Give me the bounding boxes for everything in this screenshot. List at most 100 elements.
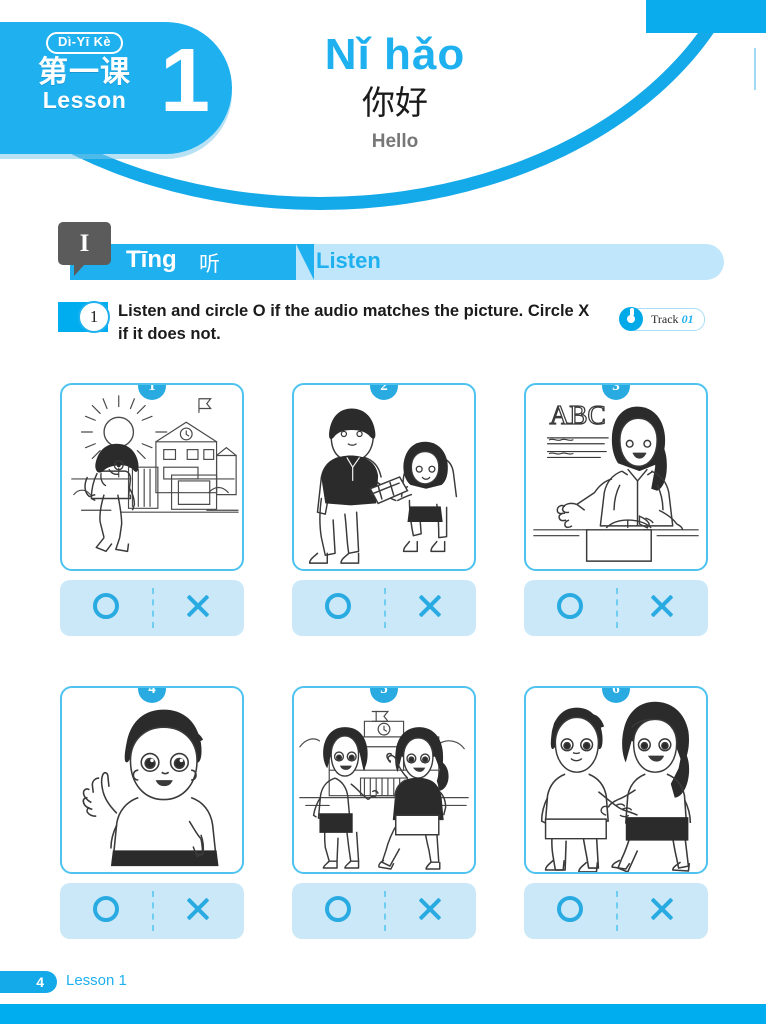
title-hanzi: 你好 bbox=[362, 83, 428, 123]
item-number-badge-1: 1 bbox=[138, 383, 166, 400]
exercise-number: 1 bbox=[89, 307, 99, 326]
cross-x-icon bbox=[184, 895, 212, 923]
answer-option-o-6[interactable] bbox=[524, 895, 616, 927]
item-number-5: 5 bbox=[380, 686, 388, 697]
picture-card-3[interactable]: 3 ABC bbox=[524, 383, 708, 571]
cross-x-icon bbox=[648, 592, 676, 620]
answer-option-o-1[interactable] bbox=[60, 592, 152, 624]
page-title: Nǐ hǎo 你好 Hello bbox=[255, 30, 535, 153]
footer-lesson-label: Lesson 1 bbox=[66, 972, 127, 989]
header-topright-block bbox=[646, 0, 766, 33]
audio-track-badge[interactable]: Track 01 bbox=[619, 307, 705, 331]
circle-o-icon bbox=[325, 895, 351, 922]
track-label: Track bbox=[651, 312, 679, 326]
answer-divider-2 bbox=[384, 588, 386, 628]
cross-x-icon bbox=[184, 592, 212, 620]
exercise-grid: 1 2 3 ABC 4 5 6 bbox=[60, 383, 708, 939]
answer-option-o-5[interactable] bbox=[292, 895, 384, 927]
illustration-children-shaking-hands bbox=[540, 701, 692, 872]
lesson-badge: Dì-Yī Kè 第一课 Lesson 1 bbox=[0, 22, 232, 154]
answer-band-2 bbox=[292, 580, 476, 636]
answer-band-1 bbox=[60, 580, 244, 636]
answer-band-5 bbox=[292, 883, 476, 939]
picture-card-4[interactable]: 4 bbox=[60, 686, 244, 874]
illustration-teacher-at-blackboard: ABC bbox=[533, 400, 699, 562]
track-number: 01 bbox=[681, 312, 694, 326]
bottom-bar bbox=[0, 1004, 766, 1024]
title-english: Hello bbox=[371, 131, 419, 153]
circle-o-icon bbox=[557, 592, 583, 619]
exercise-item-2: 2 bbox=[292, 383, 476, 636]
title-pinyin: Nǐ hǎo bbox=[324, 30, 466, 79]
illustration-boy-walking-to-school bbox=[71, 395, 239, 553]
picture-card-2[interactable]: 2 bbox=[292, 383, 476, 571]
exercise-item-6: 6 bbox=[524, 686, 708, 939]
answer-divider-1 bbox=[152, 588, 154, 628]
item-number-badge-6: 6 bbox=[602, 686, 630, 703]
answer-band-3 bbox=[524, 580, 708, 636]
item-number-4: 4 bbox=[148, 686, 156, 697]
answer-band-4 bbox=[60, 883, 244, 939]
cross-x-icon bbox=[648, 895, 676, 923]
section-hanzi: 听 bbox=[199, 252, 220, 276]
exercise-instruction-row: 1 Listen and circle O if the audio match… bbox=[58, 300, 758, 352]
answer-option-x-5[interactable] bbox=[384, 895, 476, 928]
lesson-number: 1 bbox=[160, 31, 211, 131]
exercise-item-4: 4 bbox=[60, 686, 244, 939]
answer-option-x-6[interactable] bbox=[616, 895, 708, 928]
answer-option-x-3[interactable] bbox=[616, 592, 708, 625]
item-number-3: 3 bbox=[612, 383, 620, 394]
picture-card-6[interactable]: 6 bbox=[524, 686, 708, 874]
item-number-badge-3: 3 bbox=[602, 383, 630, 400]
header-edge-line bbox=[754, 48, 756, 90]
answer-option-x-1[interactable] bbox=[152, 592, 244, 625]
answer-divider-4 bbox=[152, 891, 154, 931]
item-number-badge-2: 2 bbox=[370, 383, 398, 400]
grid-row-2: 4 5 6 bbox=[60, 686, 708, 939]
page-footer: 4 Lesson 1 bbox=[0, 971, 766, 995]
illustration-two-girls-waving-at-school bbox=[299, 710, 469, 870]
exercise-number-badge: 1 bbox=[78, 301, 110, 333]
circle-o-icon bbox=[93, 592, 119, 619]
item-number-1: 1 bbox=[148, 383, 156, 394]
illustration-man-giving-gift-to-girl bbox=[308, 408, 458, 564]
section-header: Tīng 听 Listen I bbox=[58, 222, 724, 282]
grid-row-1: 1 2 3 ABC bbox=[60, 383, 708, 636]
cross-x-icon bbox=[416, 592, 444, 620]
circle-o-icon bbox=[93, 895, 119, 922]
circle-o-icon bbox=[325, 592, 351, 619]
exercise-item-1: 1 bbox=[60, 383, 244, 636]
exercise-instruction-text: Listen and circle O if the audio matches… bbox=[118, 302, 590, 344]
section-marker-label: I bbox=[79, 230, 90, 257]
blackboard-abc-text: ABC bbox=[549, 400, 605, 430]
answer-option-o-2[interactable] bbox=[292, 592, 384, 624]
answer-option-x-2[interactable] bbox=[384, 592, 476, 625]
exercise-item-5: 5 bbox=[292, 686, 476, 939]
item-number-badge-4: 4 bbox=[138, 686, 166, 703]
lesson-pinyin: Dì-Yī Kè bbox=[45, 32, 124, 54]
answer-option-x-4[interactable] bbox=[152, 895, 244, 928]
section-english: Listen bbox=[316, 248, 381, 273]
item-number-badge-5: 5 bbox=[370, 686, 398, 703]
picture-card-5[interactable]: 5 bbox=[292, 686, 476, 874]
lesson-word: Lesson bbox=[42, 87, 127, 114]
answer-option-o-3[interactable] bbox=[524, 592, 616, 624]
answer-divider-6 bbox=[616, 891, 618, 931]
page-header: Dì-Yī Kè 第一课 Lesson 1 Nǐ hǎo 你好 Hello bbox=[0, 0, 766, 215]
cd-disc-icon bbox=[619, 307, 643, 331]
page-number: 4 bbox=[36, 974, 44, 990]
section-pinyin: Tīng bbox=[126, 246, 177, 273]
item-number-2: 2 bbox=[380, 383, 388, 394]
worksheet-page: Dì-Yī Kè 第一课 Lesson 1 Nǐ hǎo 你好 Hello Tī… bbox=[0, 0, 766, 1024]
lesson-badge-text: Dì-Yī Kè 第一课 Lesson bbox=[22, 32, 147, 114]
circle-o-icon bbox=[557, 895, 583, 922]
answer-option-o-4[interactable] bbox=[60, 895, 152, 927]
page-number-pill: 4 bbox=[0, 971, 57, 993]
exercise-item-3: 3 ABC bbox=[524, 383, 708, 636]
cross-x-icon bbox=[416, 895, 444, 923]
answer-band-6 bbox=[524, 883, 708, 939]
picture-card-1[interactable]: 1 bbox=[60, 383, 244, 571]
answer-divider-5 bbox=[384, 891, 386, 931]
lesson-hanzi: 第一课 bbox=[38, 55, 131, 89]
item-number-6: 6 bbox=[612, 686, 620, 697]
